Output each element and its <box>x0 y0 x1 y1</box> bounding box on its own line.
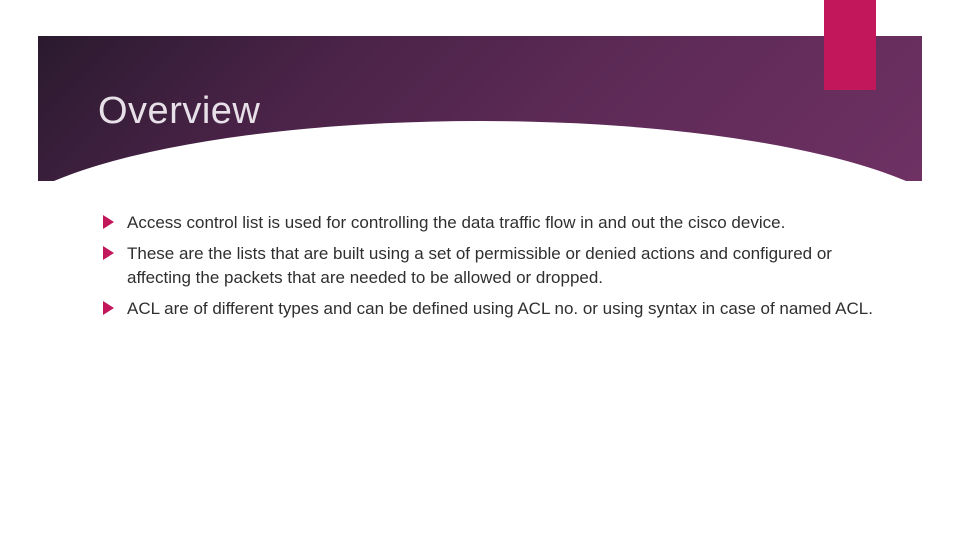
slide-canvas: Overview Access control list is used for… <box>38 36 922 516</box>
bullet-item: Access control list is used for controll… <box>103 211 873 234</box>
bullet-item: These are the lists that are built using… <box>103 242 873 289</box>
slide-title: Overview <box>98 90 260 133</box>
content-list: Access control list is used for controll… <box>103 211 873 329</box>
bullet-item: ACL are of different types and can be de… <box>103 297 873 320</box>
accent-tab <box>824 0 876 90</box>
